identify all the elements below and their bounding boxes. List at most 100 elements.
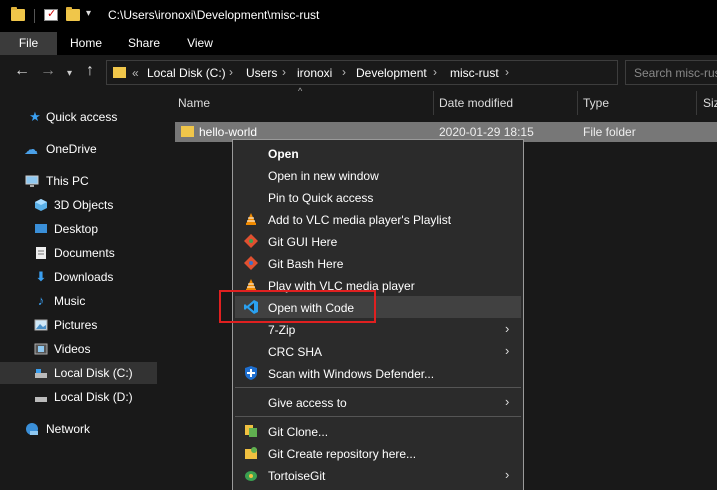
menu-item-git-clone[interactable]: Git Clone... [235, 420, 521, 442]
folder-icon [11, 7, 25, 21]
nav-item-videos[interactable]: Videos [0, 338, 157, 360]
toolbar-divider [34, 9, 35, 23]
column-divider[interactable] [696, 91, 697, 115]
tab-view[interactable]: View [176, 32, 224, 55]
column-divider[interactable] [433, 91, 434, 115]
nav-item-downloads[interactable]: ⬇ Downloads [0, 266, 157, 288]
vlc-icon [244, 212, 258, 226]
breadcrumb-separator-icon[interactable]: › [342, 65, 346, 79]
submenu-arrow-icon: › [505, 321, 510, 336]
breadcrumb-separator-icon[interactable]: › [229, 65, 233, 79]
menu-item-give-access[interactable]: Give access to › [235, 391, 521, 413]
menu-item-git-bash-here[interactable]: Git Bash Here [235, 252, 521, 274]
breadcrumb-users[interactable]: Users [246, 66, 277, 80]
column-header-type[interactable]: Type [583, 96, 609, 110]
breadcrumb-separator-icon[interactable]: › [505, 65, 509, 79]
annotation-highlight-box [219, 290, 376, 323]
nav-item-3d-objects[interactable]: 3D Objects [0, 194, 157, 216]
column-header-date-modified[interactable]: Date modified [439, 96, 513, 110]
menu-separator [235, 387, 521, 388]
nav-item-this-pc[interactable]: This PC [0, 170, 157, 192]
column-header-size[interactable]: Size [703, 96, 717, 110]
cube-icon [34, 198, 48, 212]
git-gui-icon [244, 234, 258, 248]
computer-icon [25, 174, 39, 188]
tab-share[interactable]: Share [120, 32, 168, 55]
navigation-pane: ★ Quick access ☁ OneDrive This PC 3D Obj… [0, 89, 160, 490]
nav-item-music[interactable]: ♪ Music [0, 290, 157, 312]
menu-item-label: Add to VLC media player's Playlist [268, 213, 452, 227]
ribbon-tabs: File Home Share View [0, 32, 717, 55]
menu-item-label: Git Create repository here... [268, 447, 417, 461]
breadcrumb-local-disk-c[interactable]: Local Disk (C:) [147, 66, 226, 80]
customize-toolbar-chevron-icon[interactable]: ▾ [86, 8, 91, 19]
menu-item-scan-defender[interactable]: Scan with Windows Defender... [235, 362, 521, 384]
nav-label: Videos [54, 342, 91, 356]
breadcrumb-development[interactable]: Development [356, 66, 427, 80]
column-header-name[interactable]: Name [178, 96, 210, 110]
nav-item-network[interactable]: Network [0, 418, 157, 440]
menu-item-label: Open in new window [268, 169, 379, 183]
submenu-arrow-icon: › [505, 467, 510, 482]
window-title: C:\Users\ironoxi\Development\misc-rust [108, 8, 320, 22]
nav-item-local-disk-c[interactable]: Local Disk (C:) [0, 362, 157, 384]
nav-item-quick-access[interactable]: ★ Quick access [0, 106, 157, 128]
recent-locations-chevron-icon[interactable]: ▾ [67, 66, 72, 82]
nav-item-pictures[interactable]: Pictures [0, 314, 157, 336]
folder-icon [181, 126, 194, 137]
nav-item-local-disk-d[interactable]: Local Disk (D:) [0, 386, 157, 408]
menu-item-git-gui-here[interactable]: Git GUI Here [235, 230, 521, 252]
nav-label: Local Disk (C:) [54, 366, 133, 380]
menu-item-open[interactable]: Open [235, 142, 521, 164]
network-icon [25, 422, 39, 436]
menu-item-label: Pin to Quick access [268, 191, 374, 205]
file-name: hello-world [199, 125, 258, 139]
nav-label: Downloads [54, 270, 114, 284]
breadcrumb-separator-icon[interactable]: › [282, 65, 286, 79]
address-bar[interactable]: « Local Disk (C:) › Users › ironoxi › De… [106, 60, 618, 85]
drive-icon [34, 366, 48, 380]
nav-scrollbar[interactable] [160, 89, 170, 490]
column-divider[interactable] [577, 91, 578, 115]
nav-label: Music [54, 294, 86, 308]
breadcrumb-ironoxi[interactable]: ironoxi [297, 66, 332, 80]
menu-item-label: TortoiseGit [268, 469, 326, 483]
nav-label: Documents [54, 246, 115, 260]
menu-item-tortoisegit[interactable]: TortoiseGit › [235, 464, 521, 486]
forward-arrow-icon[interactable]: → [40, 63, 56, 79]
tab-file[interactable]: File [0, 32, 57, 55]
menu-item-open-new-window[interactable]: Open in new window [235, 164, 521, 186]
nav-label: Local Disk (D:) [54, 390, 133, 404]
drive-icon [34, 390, 48, 404]
menu-item-git-create-repository[interactable]: Git Create repository here... [235, 442, 521, 464]
git-bash-icon [244, 256, 258, 270]
up-arrow-icon[interactable]: ↑ [86, 63, 94, 79]
picture-icon [34, 318, 48, 332]
new-folder-icon[interactable] [66, 7, 80, 21]
breadcrumb-misc-rust[interactable]: misc-rust [450, 66, 499, 80]
tortoisegit-icon [244, 468, 258, 482]
nav-label: OneDrive [46, 142, 97, 156]
menu-item-pin-quick-access[interactable]: Pin to Quick access [235, 186, 521, 208]
nav-item-documents[interactable]: Documents [0, 242, 157, 264]
nav-item-onedrive[interactable]: ☁ OneDrive [0, 138, 157, 160]
nav-label: This PC [46, 174, 89, 188]
back-arrow-icon[interactable]: ← [14, 63, 30, 79]
menu-item-label: 7-Zip [268, 323, 296, 337]
nav-item-desktop[interactable]: Desktop [0, 218, 157, 240]
tab-home[interactable]: Home [62, 32, 110, 55]
menu-item-label: Git Clone... [268, 425, 329, 439]
properties-icon[interactable] [44, 7, 58, 21]
breadcrumb-overflow[interactable]: « [132, 66, 139, 80]
desktop-icon [34, 222, 48, 236]
git-create-icon [244, 446, 258, 460]
nav-label: 3D Objects [54, 198, 114, 212]
breadcrumb-separator-icon[interactable]: › [433, 65, 437, 79]
menu-item-add-vlc-playlist[interactable]: Add to VLC media player's Playlist [235, 208, 521, 230]
menu-item-crc-sha[interactable]: CRC SHA › [235, 340, 521, 362]
menu-item-label: Open [268, 147, 299, 161]
nav-label: Pictures [54, 318, 98, 332]
search-input[interactable]: Search misc-rust [625, 60, 717, 85]
video-icon [34, 342, 48, 356]
menu-item-label: Give access to [268, 396, 347, 410]
